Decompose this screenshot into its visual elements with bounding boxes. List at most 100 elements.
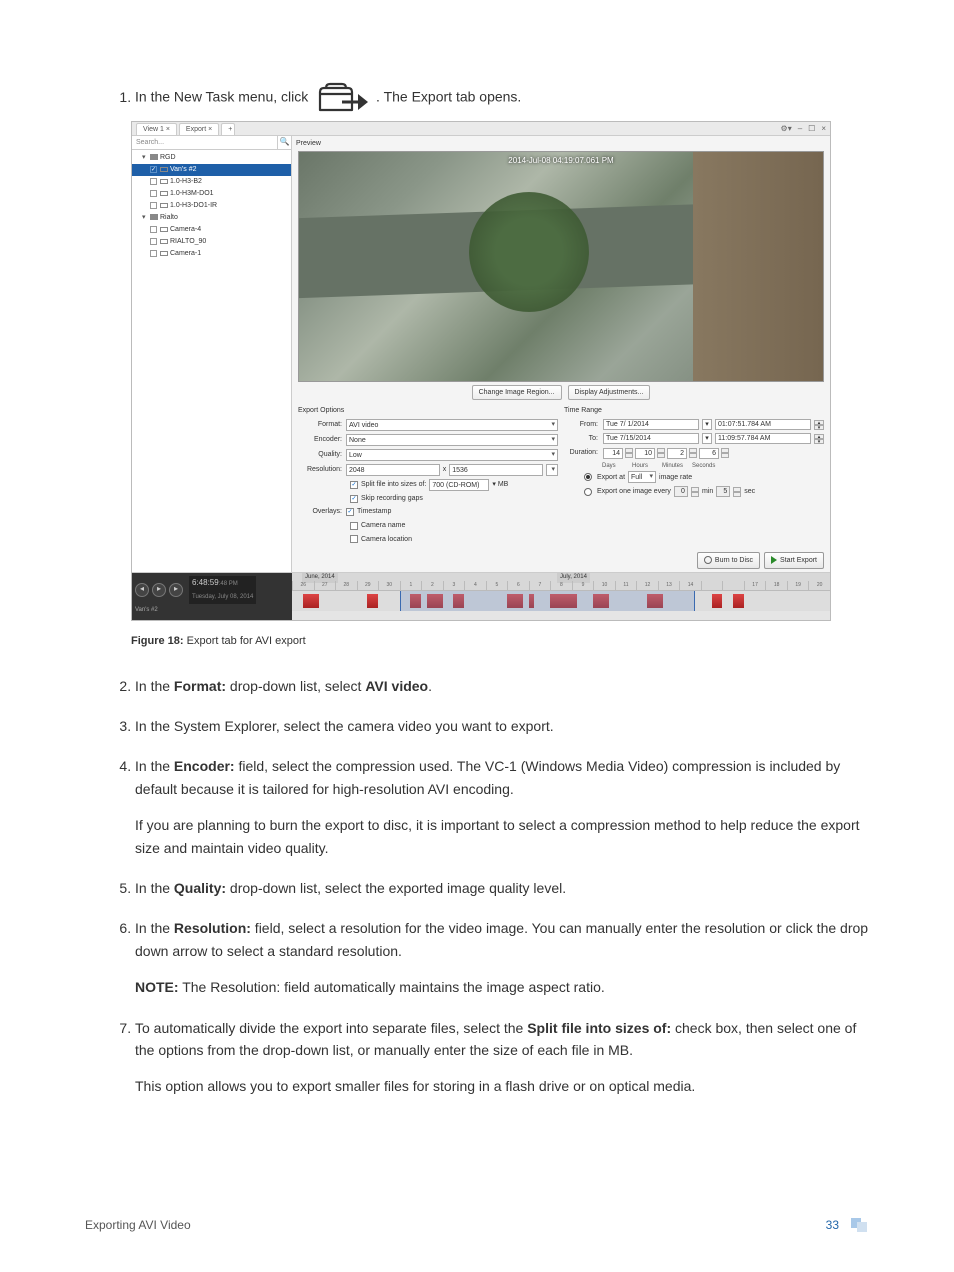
from-time-spinner[interactable]: ▴▾ xyxy=(814,420,824,430)
export-tab-screenshot: View 1 × Export × + ⚙▾ – ☐ × Search... 🔍 xyxy=(131,121,831,621)
duration-days[interactable]: 14 xyxy=(603,448,623,459)
every-sec-spinner[interactable] xyxy=(733,487,741,497)
rate-select[interactable]: Full xyxy=(628,471,656,483)
split-size-input[interactable]: 700 (CD-ROM) xyxy=(429,479,489,491)
sec-label: sec xyxy=(744,486,755,497)
camera-icon xyxy=(160,203,168,208)
calendar-icon[interactable]: ▾ xyxy=(702,433,712,444)
every-min-input[interactable]: 0 xyxy=(674,486,688,497)
duration-secs[interactable]: 6 xyxy=(699,448,719,459)
maximize-icon[interactable]: ☐ xyxy=(808,123,815,136)
minimize-icon[interactable]: – xyxy=(798,123,802,136)
skip-gaps-checkbox[interactable]: ✓ xyxy=(350,495,358,503)
from-time-input[interactable]: 01:07:51.784 AM xyxy=(715,419,811,430)
to-date-input[interactable]: Tue 7/15/2014 xyxy=(603,433,699,444)
camera-icon xyxy=(160,179,168,184)
preview-timestamp: 2014-Jul-08 04:19:07.061 PM xyxy=(508,155,613,168)
tab-view[interactable]: View 1 × xyxy=(136,123,177,135)
rate-label-a: Export at xyxy=(597,472,625,483)
tree-rialto[interactable]: Rialto xyxy=(160,214,178,221)
step-4: In the Encoder: field, select the compre… xyxy=(135,755,869,859)
every-sec-input[interactable]: 5 xyxy=(716,486,730,497)
window-tab-strip: View 1 × Export × + ⚙▾ – ☐ × xyxy=(132,122,830,136)
camera-icon xyxy=(160,227,168,232)
encoder-label: Encoder: xyxy=(298,434,346,445)
quality-select[interactable]: Low xyxy=(346,449,558,461)
tree-cam3[interactable]: 1.0-H3-DO1-IR xyxy=(132,200,291,212)
from-label: From: xyxy=(564,419,600,430)
overlays-label: Overlays: xyxy=(298,506,346,517)
nvr-icon xyxy=(150,214,158,220)
duration-mins[interactable]: 2 xyxy=(667,448,687,459)
spinner-secs[interactable] xyxy=(721,448,729,459)
tree-cam1[interactable]: 1.0-H3-B2 xyxy=(132,176,291,188)
export-every-radio[interactable] xyxy=(584,488,592,496)
preview-video: 2014-Jul-08 04:19:07.061 PM xyxy=(298,151,824,382)
footer-section: Exporting AVI Video xyxy=(85,1218,191,1232)
overlay-camloc-label: Camera location xyxy=(361,534,412,545)
camera-location-checkbox[interactable] xyxy=(350,535,358,543)
resolution-height-input[interactable]: 1536 xyxy=(449,464,543,476)
step-1-text-b: . The Export tab opens. xyxy=(376,89,521,105)
from-date-input[interactable]: Tue 7/ 1/2014 xyxy=(603,419,699,430)
resolution-dropdown[interactable] xyxy=(546,464,558,476)
tree-r2[interactable]: RIALTO_90 xyxy=(132,236,291,248)
rate-label-b: image rate xyxy=(659,472,692,483)
to-time-input[interactable]: 11:09:57.784 AM xyxy=(715,433,811,444)
search-input[interactable]: Search... xyxy=(132,136,277,149)
search-icon[interactable]: 🔍 xyxy=(277,136,291,149)
preview-label: Preview xyxy=(292,136,830,151)
tree-rgd[interactable]: RGD xyxy=(160,154,176,161)
timeline-time: 6:48:59:48 PMTuesday, July 08, 2014 xyxy=(189,576,256,604)
calendar-icon[interactable]: ▾ xyxy=(702,419,712,430)
split-checkbox[interactable]: ✓ xyxy=(350,481,358,489)
export-options-label: Export Options xyxy=(298,405,558,416)
start-export-button[interactable]: Start Export xyxy=(764,552,824,569)
seconds-label: Seconds xyxy=(692,462,722,472)
display-adjustments-button[interactable]: Display Adjustments... xyxy=(568,385,651,400)
nvr-icon xyxy=(150,154,158,160)
duration-hours[interactable]: 10 xyxy=(635,448,655,459)
every-min-spinner[interactable] xyxy=(691,487,699,497)
tree-r3[interactable]: Camera-1 xyxy=(132,248,291,260)
step-6: In the Resolution: field, select a resol… xyxy=(135,917,869,998)
export-rate-radio[interactable] xyxy=(584,473,592,481)
format-select[interactable]: AVI video xyxy=(346,419,558,431)
timeline: ◂ ▸ ▸ 6:48:59:48 PMTuesday, July 08, 201… xyxy=(132,572,830,620)
figure-caption: Figure 18: Export tab for AVI export xyxy=(131,633,869,651)
camera-icon xyxy=(160,191,168,196)
timeline-track[interactable]: June, 2014 July, 2014 262728293012345678… xyxy=(292,573,830,620)
page-number: 33 xyxy=(826,1218,839,1232)
gear-icon[interactable]: ⚙▾ xyxy=(781,123,792,136)
step-1: In the New Task menu, click . The Export… xyxy=(135,80,869,651)
burn-to-disc-button[interactable]: Burn to Disc xyxy=(697,552,760,569)
play-button[interactable]: ▸ xyxy=(152,583,166,597)
days-label: Days xyxy=(602,462,632,472)
change-region-button[interactable]: Change Image Region... xyxy=(472,385,562,400)
step-7: To automatically divide the export into … xyxy=(135,1017,869,1098)
step-back-button[interactable]: ◂ xyxy=(135,583,149,597)
spinner-hours[interactable] xyxy=(657,448,665,459)
encoder-select[interactable]: None xyxy=(346,434,558,446)
close-icon[interactable]: × xyxy=(821,123,826,136)
tree-vans[interactable]: ✓Van's #2 xyxy=(132,164,291,176)
tab-export[interactable]: Export × xyxy=(179,123,219,135)
time-range-group: Time Range From:Tue 7/ 1/2014▾01:07:51.7… xyxy=(564,405,824,547)
resolution-width-input[interactable]: 2048 xyxy=(346,464,440,476)
tab-add[interactable]: + xyxy=(221,123,235,135)
split-unit[interactable]: ▾ MB xyxy=(492,479,508,490)
step-fwd-button[interactable]: ▸ xyxy=(169,583,183,597)
spinner-mins[interactable] xyxy=(689,448,697,459)
timestamp-checkbox[interactable]: ✓ xyxy=(346,508,354,516)
camera-icon xyxy=(160,251,168,256)
step-5: In the Quality: drop-down list, select t… xyxy=(135,877,869,899)
timeline-selection[interactable] xyxy=(400,591,696,611)
spinner-days[interactable] xyxy=(625,448,633,459)
tree-cam2[interactable]: 1.0-H3M-DO1 xyxy=(132,188,291,200)
to-time-spinner[interactable]: ▴▾ xyxy=(814,434,824,444)
export-options-group: Export Options Format:AVI video Encoder:… xyxy=(298,405,558,547)
every-label: Export one image every xyxy=(597,486,671,497)
tree-r1[interactable]: Camera-4 xyxy=(132,224,291,236)
camera-name-checkbox[interactable] xyxy=(350,522,358,530)
page-footer: Exporting AVI Video 33 xyxy=(85,1218,869,1232)
